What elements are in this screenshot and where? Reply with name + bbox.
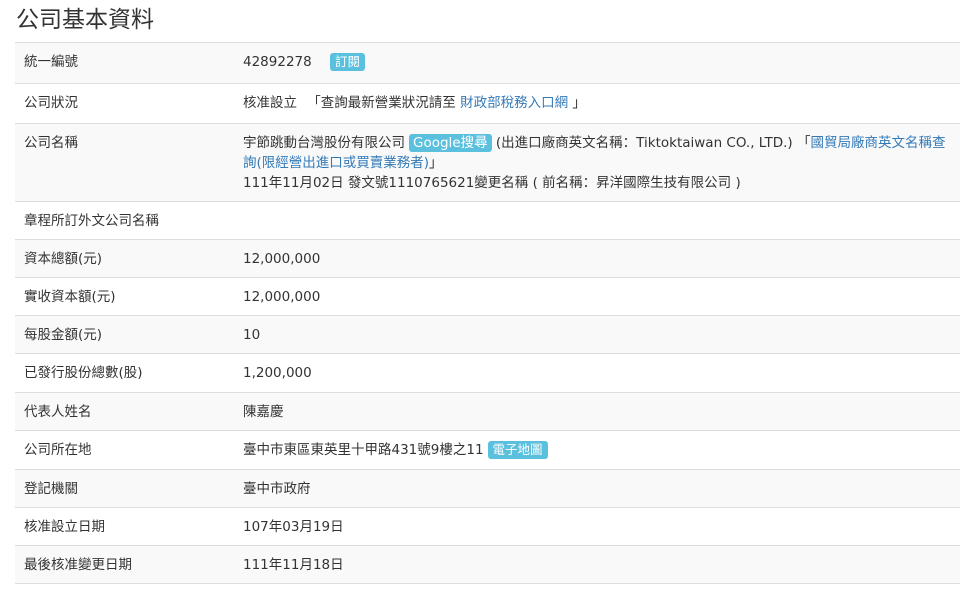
status-prefix: 「查詢最新營業狀況請至 <box>307 95 456 111</box>
page-title: 公司基本資料 <box>16 7 154 33</box>
english-name-prefix: (出進口廠商英文名稱：Tiktoktaiwan CO., LTD.) 「 <box>495 135 811 151</box>
capital-total-value: 12,000,000 <box>234 239 960 278</box>
status-suffix: 」 <box>572 95 586 111</box>
foreign-name-value <box>234 201 960 240</box>
table-row: 每股金額(元) 10 <box>15 315 960 354</box>
company-name-value: 宇節跳動台灣股份有限公司 <box>243 135 405 151</box>
company-name-label: 公司名稱 <box>15 123 234 202</box>
representative-value: 陳嘉慶 <box>234 392 960 431</box>
representative-label: 代表人姓名 <box>15 392 234 431</box>
table-row: 代表人姓名 陳嘉慶 <box>15 392 960 431</box>
table-row: 統一編號 42892278 訂閱 <box>15 42 960 84</box>
address-value-cell: 臺中市東區東英里十甲路431號9樓之11 電子地圖 <box>234 430 960 470</box>
subscribe-button[interactable]: 訂閱 <box>330 53 366 71</box>
approved-date-label: 核准設立日期 <box>15 507 234 546</box>
company-name-value-cell: 宇節跳動台灣股份有限公司 Google搜尋 (出進口廠商英文名稱：Tiktokta… <box>234 123 960 202</box>
english-name-suffix: 」 <box>429 155 443 171</box>
ubn-value: 42892278 <box>243 54 312 70</box>
tax-portal-link[interactable]: 財政部稅務入口網 <box>460 95 568 111</box>
table-row: 公司狀況 核准設立 「查詢最新營業狀況請至 財政部稅務入口網 」 <box>15 83 960 124</box>
shares-issued-value: 1,200,000 <box>234 353 960 393</box>
company-basic-info-page: 公司基本資料 統一編號 42892278 訂閱 公司狀況 核准設立 「查詢最新營… <box>0 0 975 598</box>
authority-value: 臺中市政府 <box>234 469 960 508</box>
foreign-name-label: 章程所訂外文公司名稱 <box>15 201 234 240</box>
table-row: 登記機關 臺中市政府 <box>15 469 960 508</box>
par-value-label: 每股金額(元) <box>15 315 234 354</box>
table-row: 章程所訂外文公司名稱 <box>15 201 960 240</box>
par-value-value: 10 <box>234 315 960 354</box>
last-change-date-label: 最後核准變更日期 <box>15 545 234 584</box>
ubn-label: 統一編號 <box>15 42 234 84</box>
map-button[interactable]: 電子地圖 <box>487 441 548 459</box>
address-value: 臺中市東區東英里十甲路431號9樓之11 <box>243 442 484 458</box>
status-value: 核准設立 <box>243 95 297 111</box>
capital-paid-label: 實收資本額(元) <box>15 277 234 316</box>
status-value-cell: 核准設立 「查詢最新營業狀況請至 財政部稅務入口網 」 <box>234 83 960 124</box>
capital-total-label: 資本總額(元) <box>15 239 234 278</box>
name-change-note: 111年11月02日 發文號1110765621變更名稱 ( 前名稱：昇洋國際生… <box>243 175 741 191</box>
shares-issued-label: 已發行股份總數(股) <box>15 353 234 393</box>
table-row: 實收資本額(元) 12,000,000 <box>15 277 960 316</box>
google-search-button[interactable]: Google搜尋 <box>409 134 492 152</box>
last-change-date-value: 111年11月18日 <box>234 545 960 584</box>
ubn-value-cell: 42892278 訂閱 <box>234 42 960 84</box>
table-row: 已發行股份總數(股) 1,200,000 <box>15 353 960 393</box>
approved-date-value: 107年03月19日 <box>234 507 960 546</box>
table-row: 資本總額(元) 12,000,000 <box>15 239 960 278</box>
table-row: 核准設立日期 107年03月19日 <box>15 507 960 546</box>
table-row: 公司名稱 宇節跳動台灣股份有限公司 Google搜尋 (出進口廠商英文名稱：Tik… <box>15 123 960 202</box>
table-row: 公司所在地 臺中市東區東英里十甲路431號9樓之11 電子地圖 <box>15 430 960 470</box>
table-row: 最後核准變更日期 111年11月18日 <box>15 545 960 584</box>
capital-paid-value: 12,000,000 <box>234 277 960 316</box>
company-info-table: 統一編號 42892278 訂閱 公司狀況 核准設立 「查詢最新營業狀況請至 財… <box>15 42 960 584</box>
address-label: 公司所在地 <box>15 430 234 470</box>
authority-label: 登記機關 <box>15 469 234 508</box>
status-label: 公司狀況 <box>15 83 234 124</box>
